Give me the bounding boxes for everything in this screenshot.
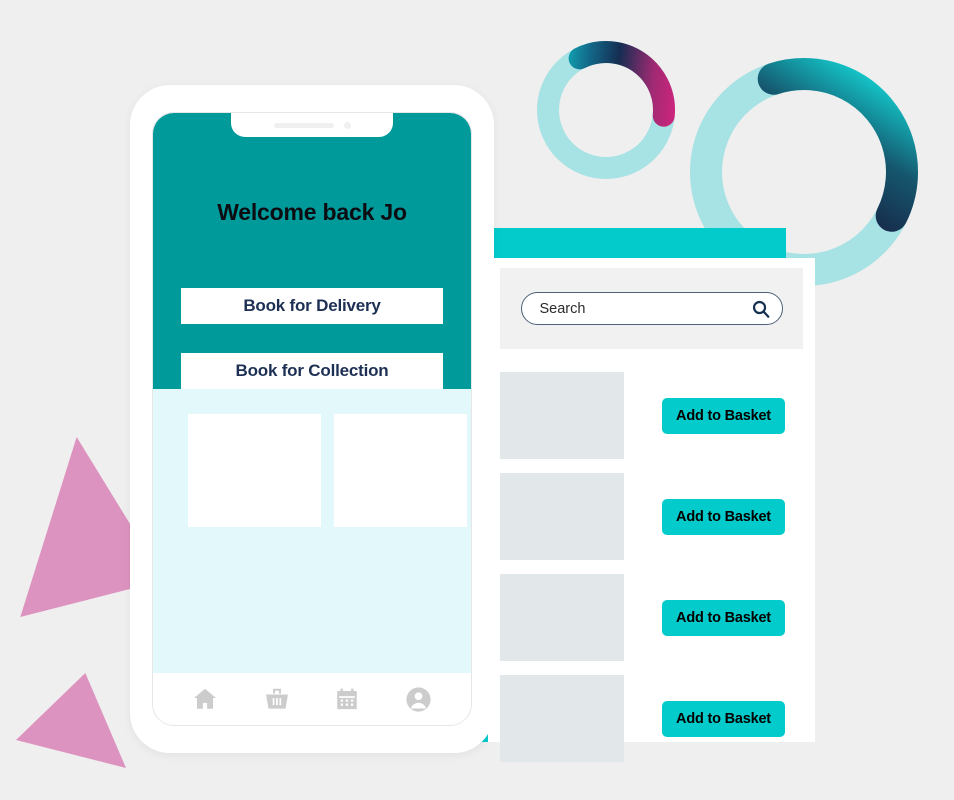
- product-action-cell: Add to Basket: [624, 498, 815, 535]
- phone-mockup: Welcome back Jo Book for Delivery Book f…: [130, 85, 494, 753]
- nav-account[interactable]: [404, 685, 433, 714]
- product-list: Add to Basket Add to Basket Add to Baske…: [500, 365, 815, 762]
- app-content-section: [153, 389, 471, 675]
- content-card-2[interactable]: [334, 414, 467, 527]
- donut-ring-small-icon: [537, 41, 675, 179]
- product-action-cell: Add to Basket: [624, 397, 815, 434]
- product-action-cell: Add to Basket: [624, 700, 815, 737]
- product-row: Add to Basket: [500, 466, 815, 567]
- book-for-delivery-button[interactable]: Book for Delivery: [181, 288, 443, 324]
- phone-screen: Welcome back Jo Book for Delivery Book f…: [152, 112, 472, 726]
- product-image-placeholder[interactable]: [500, 372, 624, 459]
- search-field-wrapper[interactable]: [520, 292, 783, 325]
- nav-calendar[interactable]: [334, 686, 360, 712]
- product-row: Add to Basket: [500, 567, 815, 668]
- book-for-collection-button[interactable]: Book for Collection: [181, 353, 443, 389]
- calendar-icon: [334, 686, 360, 712]
- basket-icon: [263, 685, 291, 713]
- pink-triangle-shape: [16, 673, 126, 768]
- app-hero-section: Welcome back Jo Book for Delivery Book f…: [153, 113, 471, 389]
- home-icon: [191, 685, 219, 713]
- camera-dot-icon: [343, 121, 351, 129]
- nav-home[interactable]: [191, 685, 219, 713]
- add-to-basket-button[interactable]: Add to Basket: [662, 599, 785, 636]
- nav-basket[interactable]: [263, 685, 291, 713]
- search-icon[interactable]: [750, 298, 772, 320]
- product-image-placeholder[interactable]: [500, 574, 624, 661]
- add-to-basket-button[interactable]: Add to Basket: [662, 498, 785, 535]
- content-card-1[interactable]: [188, 414, 321, 527]
- search-header: [500, 268, 803, 349]
- bottom-navigation-bar: [153, 673, 471, 725]
- product-action-cell: Add to Basket: [624, 599, 815, 636]
- search-input[interactable]: [539, 300, 750, 317]
- pink-quadrilateral-shape: [20, 437, 133, 617]
- illustration-canvas: Welcome back Jo Book for Delivery Book f…: [0, 0, 954, 800]
- speaker-bar-icon: [273, 122, 334, 128]
- page-title: Welcome back Jo: [217, 199, 407, 225]
- add-to-basket-button[interactable]: Add to Basket: [662, 700, 785, 737]
- phone-notch: [231, 113, 393, 137]
- product-image-placeholder[interactable]: [500, 675, 624, 762]
- account-icon: [404, 685, 433, 714]
- add-to-basket-button[interactable]: Add to Basket: [662, 397, 785, 434]
- product-row: Add to Basket: [500, 668, 815, 769]
- product-image-placeholder[interactable]: [500, 473, 624, 560]
- product-row: Add to Basket: [500, 365, 815, 466]
